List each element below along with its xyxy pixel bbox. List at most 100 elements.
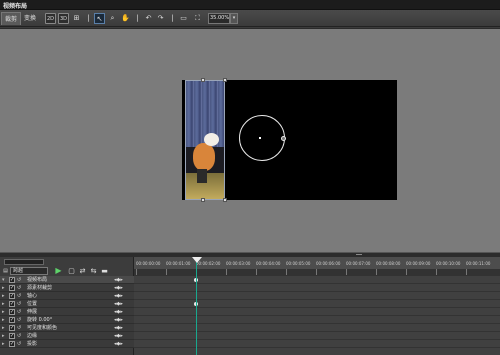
expand-icon[interactable]: ▸	[2, 284, 7, 292]
track-checkbox[interactable]: ✓	[9, 309, 15, 315]
track-checkbox[interactable]: ✓	[9, 277, 15, 283]
track-label: 轴心	[27, 293, 38, 299]
track-row-visibility-color[interactable]: ▸ ✓ ↺ 可见度和颜色 ◂◆▸	[0, 324, 134, 332]
track-checkbox[interactable]: ✓	[9, 317, 15, 323]
keyframe-nav-icon[interactable]: ◂◆▸	[114, 324, 123, 332]
zoom-icon: ⌕	[110, 14, 115, 22]
ruler-tick	[436, 269, 437, 275]
pipe-separator-2: |	[132, 13, 143, 24]
track-checkbox[interactable]: ✓	[9, 325, 15, 331]
track-row-shadow[interactable]: ▸ ✓ ↺ 投影 ◂◆▸	[0, 340, 134, 348]
keyframe-nav-icon[interactable]: ◂◆▸	[114, 284, 123, 292]
resize-handle-bottom-right[interactable]	[223, 198, 227, 202]
tab-crop[interactable]: 裁剪	[1, 12, 22, 25]
hand-icon: ✋	[121, 14, 130, 22]
zoom-level-field[interactable]: 35.00%	[208, 13, 230, 24]
expand-icon[interactable]: ▸	[2, 340, 7, 348]
keyframe-lane[interactable]	[134, 332, 500, 340]
expand-icon[interactable]: ▸	[2, 292, 7, 300]
splitter-grip	[356, 254, 362, 255]
expand-icon[interactable]: ▸	[2, 308, 7, 316]
reset-icon[interactable]: ↺	[17, 284, 23, 292]
reset-icon[interactable]: ↺	[17, 316, 23, 324]
play-button[interactable]: ▶	[54, 267, 63, 275]
track-label: 可见度和颜色	[27, 325, 58, 331]
resize-handle-top[interactable]	[201, 78, 205, 82]
track-checkbox[interactable]: ✓	[9, 285, 15, 291]
timecode-label: 00:00:08:00	[376, 261, 401, 266]
keyframe-lane[interactable]	[134, 276, 500, 284]
track-checkbox[interactable]: ✓	[9, 341, 15, 347]
track-checkbox[interactable]: ✓	[9, 293, 15, 299]
keyframe-nav-icon[interactable]: ◂◆▸	[114, 276, 123, 284]
keyframe-nav-icon[interactable]: ◂◆▸	[114, 316, 123, 324]
track-row-stretch[interactable]: ▸ ✓ ↺ 伸展 ◂◆▸	[0, 308, 134, 316]
loop-icon: ⇄	[79, 267, 86, 275]
keyframe-lane[interactable]	[134, 300, 500, 308]
track-row-source-crop[interactable]: ▸ ✓ ↺ 源素材裁剪 ◂◆▸	[0, 284, 134, 292]
loop-button[interactable]: ⇄	[78, 267, 87, 275]
keyframe-nav-icon[interactable]: ◂◆▸	[114, 300, 123, 308]
fit-view-button[interactable]: ▭	[178, 13, 189, 24]
expand-icon[interactable]: ▸	[2, 332, 7, 340]
keyframe-lane[interactable]	[134, 292, 500, 300]
layout-2d-button[interactable]: 2D	[45, 13, 56, 24]
resize-handle-top-right[interactable]	[223, 78, 227, 82]
keyframe-lane[interactable]	[134, 340, 500, 348]
zoom-dropdown-button[interactable]: ▾	[230, 13, 238, 24]
resize-handle-bottom[interactable]	[201, 198, 205, 202]
track-row-border[interactable]: ▸ ✓ ↺ 边缘 ◂◆▸	[0, 332, 134, 340]
keyframe-nav-icon[interactable]: ◂◆▸	[114, 340, 123, 348]
track-checkbox[interactable]: ✓	[9, 333, 15, 339]
keyframe-lane[interactable]	[134, 324, 500, 332]
expand-icon[interactable]: ▸	[2, 324, 7, 332]
select-tool-button[interactable]: ↖	[94, 13, 105, 24]
reset-icon[interactable]: ↺	[17, 340, 23, 348]
tab-transform[interactable]: 变换	[21, 12, 39, 25]
rotation-gizmo[interactable]	[239, 115, 285, 161]
reset-icon[interactable]: ↺	[17, 332, 23, 340]
zoom-tool-button[interactable]: ⌕	[107, 13, 118, 24]
undo-button[interactable]: ↶	[143, 13, 154, 24]
playhead-handle-icon[interactable]	[192, 257, 202, 263]
track-row-pivot[interactable]: ▸ ✓ ↺ 轴心 ◂◆▸	[0, 292, 134, 300]
fullscreen-button[interactable]: ⛶	[192, 13, 203, 24]
timeline[interactable]: 00:00:00:00 00:00:01:00 00:00:02:00 00:00:0…	[134, 257, 500, 355]
layout-3d-button[interactable]: 3D	[58, 13, 69, 24]
window-title: 视频布局	[3, 3, 28, 10]
mode-dropdown[interactable]: 跨越	[10, 267, 48, 275]
ruler-tick	[406, 269, 407, 275]
playhead[interactable]	[196, 257, 197, 355]
step-button[interactable]: ⇆	[89, 267, 98, 275]
reset-icon[interactable]: ↺	[17, 292, 23, 300]
timecode-field[interactable]	[4, 259, 44, 265]
expand-icon[interactable]: ▸	[2, 300, 7, 308]
keyframe-nav-icon[interactable]: ◂◆▸	[114, 292, 123, 300]
reset-icon[interactable]: ↺	[17, 276, 23, 284]
video-clip-layer[interactable]	[185, 80, 225, 200]
collapse-icon[interactable]: ▾	[2, 276, 7, 284]
time-ruler[interactable]: 00:00:00:00 00:00:01:00 00:00:02:00 00:00:0…	[134, 257, 500, 276]
reset-icon[interactable]: ↺	[17, 324, 23, 332]
rotation-handle[interactable]	[281, 136, 286, 141]
keyframe-lane[interactable]	[134, 316, 500, 324]
expand-icon[interactable]: ▸	[2, 316, 7, 324]
ruler-tick	[316, 269, 317, 275]
keyframe-lane[interactable]	[134, 284, 500, 292]
track-checkbox[interactable]: ✓	[9, 301, 15, 307]
reset-icon[interactable]: ↺	[17, 300, 23, 308]
track-row-layout[interactable]: ▾ ✓ ↺ 视频布局 ◂◆▸	[0, 276, 134, 284]
reset-icon[interactable]: ↺	[17, 308, 23, 316]
ruler-tick	[166, 269, 167, 275]
track-row-rotation[interactable]: ▸ ✓ ↺ 旋转 0.00° ◂◆▸	[0, 316, 134, 324]
pivot-point[interactable]	[259, 137, 261, 139]
keyframe-nav-icon[interactable]: ◂◆▸	[114, 332, 123, 340]
keyframe-lane[interactable]	[134, 308, 500, 316]
keyframe-nav-icon[interactable]: ◂◆▸	[114, 308, 123, 316]
marker-button[interactable]: ▬	[100, 267, 109, 275]
comment-button[interactable]: ▢	[67, 267, 76, 275]
hand-tool-button[interactable]: ✋	[120, 13, 131, 24]
track-row-position[interactable]: ▸ ✓ ↺ 位置 ◂◆▸	[0, 300, 134, 308]
redo-button[interactable]: ↷	[155, 13, 166, 24]
grid-button[interactable]: ⊞	[71, 13, 82, 24]
